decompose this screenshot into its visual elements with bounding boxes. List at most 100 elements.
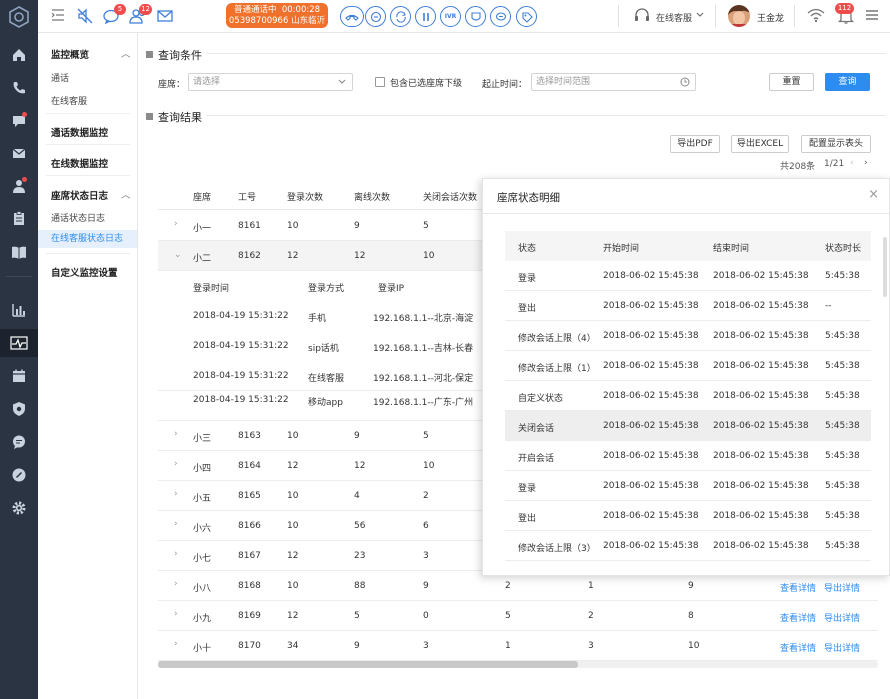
view-detail-link[interactable]: 查看详情 bbox=[780, 611, 816, 624]
collapse-menu-icon[interactable] bbox=[50, 7, 66, 23]
col-offline-count[interactable]: 离线次数 bbox=[354, 190, 390, 203]
col-close-count[interactable]: 关闭会话次数 bbox=[423, 190, 477, 203]
sidebar-group-call-data[interactable]: 通话数据监控 bbox=[51, 125, 108, 139]
next-page-icon[interactable]: › bbox=[864, 158, 868, 168]
transfer-icon[interactable] bbox=[390, 6, 411, 27]
cell-offline: 23 bbox=[354, 551, 366, 561]
time-range-label: 起止时间： bbox=[482, 80, 528, 90]
sidebar-item-online-service[interactable]: 在线客服 bbox=[51, 94, 87, 107]
col-login-count[interactable]: 登录次数 bbox=[287, 190, 323, 203]
chevron-up-icon[interactable]: ︿ bbox=[121, 187, 131, 201]
mail-icon[interactable] bbox=[9, 143, 29, 163]
sidebar-group-agent-log[interactable]: 座席状态日志 ︿ bbox=[51, 188, 131, 202]
sub-cell-time: 2018-04-19 15:31:22 bbox=[193, 395, 289, 405]
book-icon[interactable] bbox=[9, 242, 29, 262]
detail-start: 2018-06-02 15:45:38 bbox=[603, 331, 699, 341]
hangup-icon[interactable] bbox=[340, 6, 364, 27]
sub-cell-method: 在线客服 bbox=[308, 374, 345, 384]
agent-select[interactable]: 请选择 bbox=[188, 73, 353, 91]
shield-icon[interactable] bbox=[9, 399, 29, 419]
expand-chevron-icon[interactable]: › bbox=[174, 609, 178, 619]
col-id[interactable]: 工号 bbox=[238, 190, 256, 203]
scrollbar-thumb[interactable] bbox=[158, 661, 578, 668]
consult-icon[interactable] bbox=[365, 6, 386, 27]
envelope-icon[interactable] bbox=[156, 7, 174, 25]
expand-chevron-icon[interactable]: › bbox=[174, 459, 178, 469]
home-icon[interactable] bbox=[9, 45, 29, 65]
detail-row: 登出 2018-06-02 15:45:38 2018-06-02 15:45:38… bbox=[505, 501, 871, 531]
chat-badge: 5 bbox=[114, 4, 126, 15]
view-detail-link[interactable]: 查看详情 bbox=[780, 581, 816, 594]
cell-close: 9 bbox=[423, 581, 429, 591]
message-icon[interactable] bbox=[9, 432, 29, 452]
view-detail-link[interactable]: 查看详情 bbox=[780, 641, 816, 654]
config-header-button[interactable]: 配置显示表头 bbox=[801, 135, 871, 153]
export-pdf-button[interactable]: 导出PDF bbox=[670, 135, 720, 153]
users-badge: 12 bbox=[139, 4, 152, 15]
expand-chevron-icon[interactable]: › bbox=[174, 489, 178, 499]
cell-close: 5 bbox=[423, 221, 429, 231]
ivr-button[interactable]: IVR bbox=[440, 6, 461, 27]
col-agent[interactable]: 座席 bbox=[193, 190, 211, 203]
export-detail-link[interactable]: 导出详情 bbox=[824, 581, 860, 594]
search-button[interactable]: 查询 bbox=[825, 73, 870, 91]
table-row[interactable]: › 小九 8169 12 5 0 5 2 8 查看详情 导出详情 bbox=[158, 601, 878, 631]
export-detail-link[interactable]: 导出详情 bbox=[824, 641, 860, 654]
horizontal-scrollbar[interactable] bbox=[158, 661, 878, 668]
call-number: 05398700966 bbox=[228, 16, 289, 26]
panel-scrollbar[interactable] bbox=[883, 237, 887, 297]
sidebar-group-online-data[interactable]: 在线数据监控 bbox=[51, 156, 108, 170]
sidebar-group-custom-settings[interactable]: 自定义监控设置 bbox=[51, 265, 118, 279]
mute-icon[interactable] bbox=[76, 7, 94, 25]
sidebar-item-call[interactable]: 通话 bbox=[51, 71, 69, 84]
headset-icon[interactable] bbox=[633, 7, 651, 25]
tag-icon[interactable] bbox=[516, 6, 537, 27]
chevron-down-icon bbox=[338, 74, 346, 90]
expand-chevron-icon[interactable]: › bbox=[174, 549, 178, 559]
expand-chevron-icon[interactable]: › bbox=[174, 579, 178, 589]
satisfaction-icon[interactable] bbox=[465, 6, 486, 27]
user-name[interactable]: 王金龙 bbox=[757, 11, 784, 24]
collapse-chevron-icon[interactable]: ⌄ bbox=[174, 250, 182, 260]
gear-icon[interactable] bbox=[9, 498, 29, 518]
chevron-up-icon[interactable]: ︿ bbox=[121, 46, 131, 60]
cell-close: 0 bbox=[423, 611, 429, 621]
expand-chevron-icon[interactable]: › bbox=[174, 219, 178, 229]
expand-chevron-icon[interactable]: › bbox=[174, 519, 178, 529]
agent-status-label[interactable]: 在线客服 bbox=[656, 11, 692, 24]
detail-start: 2018-06-02 15:45:38 bbox=[603, 541, 699, 551]
chat-icon[interactable] bbox=[9, 111, 29, 131]
sidebar-group-overview[interactable]: 监控概览 ︿ bbox=[51, 47, 131, 61]
call-status-pill[interactable]: 普通通话中 00:00:28 05398700966 山东临沂 bbox=[226, 3, 328, 28]
avatar[interactable] bbox=[728, 5, 750, 27]
table-row[interactable]: › 小十 8170 34 9 3 1 3 10 查看详情 导出详情 bbox=[158, 631, 878, 661]
more-menu-icon[interactable] bbox=[864, 7, 880, 23]
sms-icon[interactable] bbox=[490, 6, 511, 27]
detail-status: 关闭会话 bbox=[518, 424, 555, 434]
clipboard-icon[interactable] bbox=[9, 208, 29, 228]
link-icon[interactable] bbox=[9, 465, 29, 485]
close-icon[interactable]: × bbox=[868, 187, 879, 202]
prev-page-icon[interactable]: ‹ bbox=[850, 158, 854, 168]
expand-chevron-icon[interactable]: › bbox=[174, 429, 178, 439]
sidebar-item-online-status-log[interactable]: 在线客服状态日志 bbox=[38, 230, 137, 248]
detail-end: 2018-06-02 15:45:38 bbox=[713, 481, 809, 491]
pause-icon[interactable] bbox=[415, 6, 436, 27]
chevron-down-icon[interactable] bbox=[696, 12, 704, 18]
phone-icon[interactable] bbox=[9, 78, 29, 98]
sidebar-item-call-status-log[interactable]: 通话状态日志 bbox=[51, 211, 105, 224]
detail-duration: 5:45:38 bbox=[825, 331, 860, 341]
notification-badge: 112 bbox=[835, 3, 854, 14]
export-detail-link[interactable]: 导出详情 bbox=[824, 611, 860, 624]
cell-id: 8169 bbox=[238, 611, 261, 621]
expand-chevron-icon[interactable]: › bbox=[174, 639, 178, 649]
reset-button[interactable]: 重置 bbox=[769, 73, 814, 91]
calendar-icon[interactable] bbox=[9, 366, 29, 386]
cell-close: 2 bbox=[423, 491, 429, 501]
contact-icon[interactable] bbox=[9, 176, 29, 196]
include-sub-checkbox[interactable] bbox=[375, 77, 385, 87]
time-range-input[interactable]: 选择时间范围 bbox=[531, 73, 696, 91]
monitor-pulse-icon[interactable] bbox=[0, 329, 38, 357]
export-excel-button[interactable]: 导出EXCEL bbox=[731, 135, 789, 153]
bar-chart-icon[interactable] bbox=[9, 300, 29, 320]
